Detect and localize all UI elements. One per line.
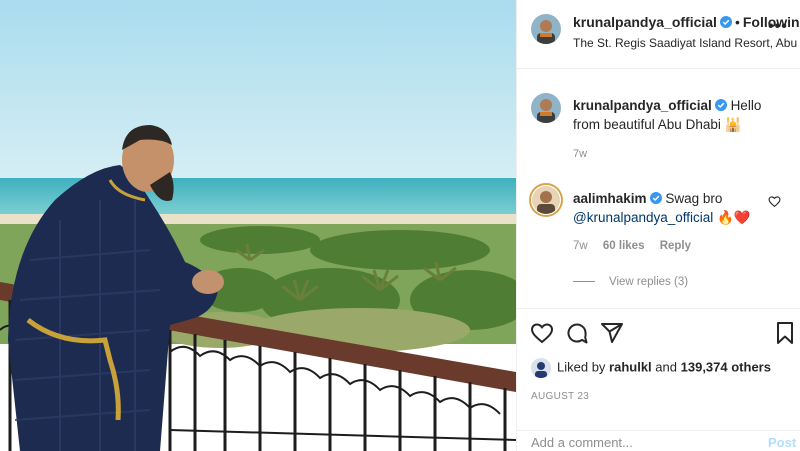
author-username[interactable]: krunalpandya_official [573, 14, 717, 30]
post-comment-button[interactable]: Post [768, 435, 796, 450]
liked-by-and: and [655, 359, 677, 375]
likes-others-count[interactable]: 139,374 others [681, 359, 771, 374]
header-user-line: krunalpandya_official•Following [573, 14, 800, 30]
more-options-icon[interactable]: ••• [768, 18, 788, 36]
post-photo[interactable] [0, 0, 516, 451]
like-heart-icon[interactable] [530, 321, 554, 345]
separator-dot: • [734, 14, 740, 30]
liker-avatar[interactable] [531, 358, 551, 378]
comment-meta: 7w 60 likes Reply [573, 240, 703, 252]
view-replies-label: View replies (3) [609, 276, 689, 288]
comment-likes-count[interactable]: 60 likes [603, 240, 645, 252]
view-replies-button[interactable]: View replies (3) [573, 276, 688, 288]
caption-timestamp[interactable]: 7w [573, 148, 587, 160]
comment-text: Swag bro [665, 191, 723, 206]
liked-by-prefix: Liked by [557, 359, 606, 375]
comment-timestamp[interactable]: 7w [573, 240, 588, 252]
author-avatar[interactable] [531, 14, 561, 44]
verified-badge-icon [714, 99, 727, 111]
commenter-avatar[interactable] [529, 183, 563, 217]
add-comment-bar: Add a comment... Post [517, 430, 800, 451]
caption-text-block: krunalpandya_official Hello from beautif… [573, 96, 783, 134]
caption-username[interactable]: krunalpandya_official [573, 98, 712, 113]
verified-badge-icon [719, 16, 732, 28]
comment-text-block: aalimhakim Swag bro @krunalpandya_offici… [573, 189, 773, 227]
post-location[interactable]: The St. Regis Saadiyat Island Resort, Ab… [573, 36, 800, 50]
comment-bubble-icon[interactable] [565, 321, 589, 345]
verified-badge-icon [649, 192, 662, 204]
post-header: krunalpandya_official•Following The St. … [517, 0, 800, 69]
post-image [0, 0, 516, 451]
view-replies-divider [573, 281, 595, 283]
share-plane-icon[interactable] [600, 321, 624, 345]
commenter-username[interactable]: aalimhakim [573, 191, 647, 206]
post-side-panel: krunalpandya_official•Following The St. … [516, 0, 800, 451]
save-bookmark-icon[interactable] [773, 321, 797, 345]
post-date[interactable]: AUGUST 23 [531, 391, 589, 402]
add-comment-input[interactable]: Add a comment... [531, 435, 633, 450]
liker-username[interactable]: rahulkl [609, 359, 652, 374]
comment-reply-button[interactable]: Reply [660, 240, 691, 252]
comment-emojis: 🔥❤️ [717, 210, 751, 225]
liked-by-row: Liked by rahulkl and 139,374 others [531, 358, 771, 380]
comment-like-heart-icon[interactable] [768, 195, 781, 208]
comment-mention-link[interactable]: @krunalpandya_official [573, 210, 713, 225]
post-actions: Liked by rahulkl and 139,374 others AUGU… [517, 308, 800, 430]
caption-author-avatar[interactable] [531, 93, 561, 123]
